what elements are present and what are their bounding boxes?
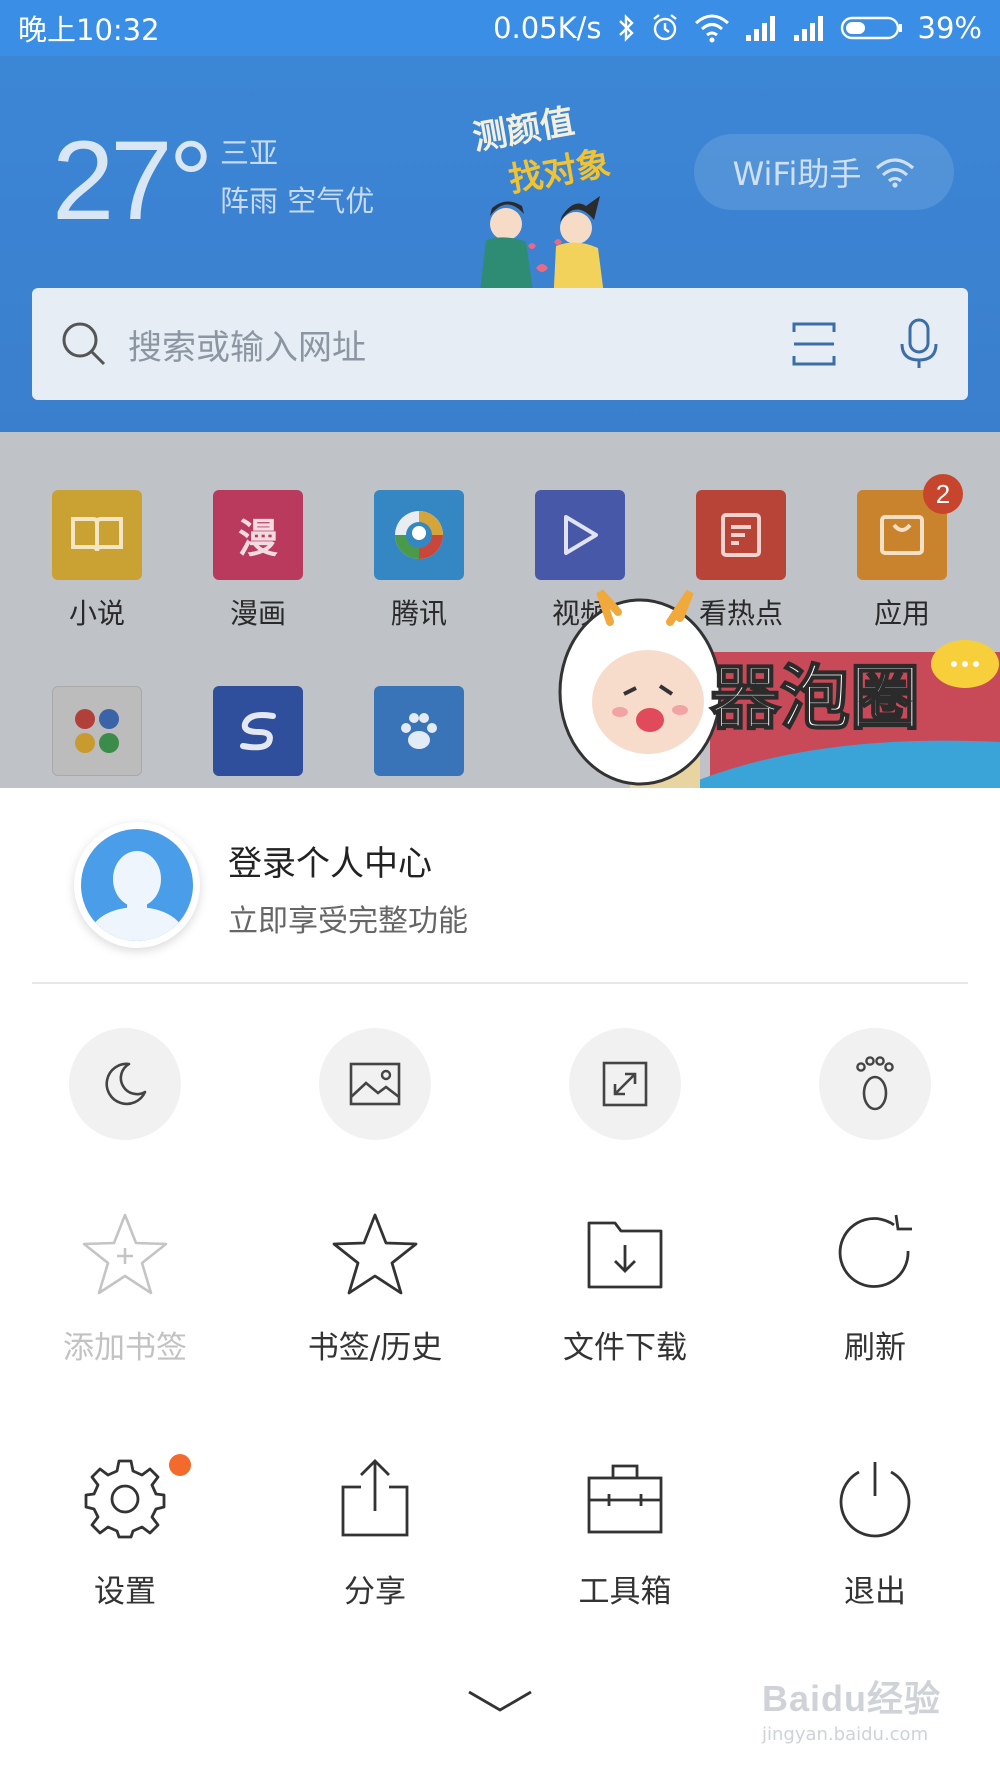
share-icon — [341, 1459, 409, 1537]
share-button[interactable]: 分享 — [275, 1450, 475, 1611]
toolbox-button[interactable]: 工具箱 — [525, 1450, 725, 1611]
shortcut-s-app[interactable] — [198, 686, 318, 776]
watermark-url: jingyan.baidu.com — [762, 1724, 929, 1745]
weather-condition[interactable]: 阵雨 空气优 — [220, 178, 374, 220]
search-input[interactable]: 搜索或输入网址 — [128, 320, 790, 369]
tencent-news-icon — [374, 490, 464, 580]
power-icon — [839, 1462, 911, 1538]
network-speed: 0.05K/s — [493, 11, 602, 45]
battery-icon — [840, 16, 902, 40]
fullscreen-icon — [602, 1061, 648, 1107]
mascot-text: 器泡圈 — [710, 657, 920, 739]
share-label: 分享 — [344, 1574, 406, 1610]
gear-icon — [84, 1459, 166, 1539]
book-icon — [52, 490, 142, 580]
bookmarks-history-label: 书签/历史 — [307, 1330, 443, 1366]
paw-icon — [374, 686, 464, 776]
search-icon — [62, 322, 106, 366]
add-bookmark-button[interactable]: 添加书签 — [25, 1206, 225, 1367]
star-add-icon — [82, 1213, 168, 1295]
s-logo-icon — [213, 686, 303, 776]
divider — [32, 982, 968, 984]
user-avatar-icon — [81, 829, 193, 941]
bookmarks-history-button[interactable]: 书签/历史 — [275, 1206, 475, 1367]
fullscreen-toggle[interactable] — [569, 1028, 681, 1140]
news-icon — [696, 490, 786, 580]
weather-city[interactable]: 三亚 — [220, 130, 278, 172]
browser-header: 27° 三亚 阵雨 空气优 测颜值 找对象 WiFi助手 搜索或输入网址 — [0, 56, 1000, 432]
wifi-assistant-button[interactable]: WiFi助手 — [694, 134, 954, 210]
night-mode-toggle[interactable] — [69, 1028, 181, 1140]
login-title[interactable]: 登录个人中心 — [228, 836, 432, 885]
settings-label: 设置 — [94, 1574, 156, 1610]
downloads-label: 文件下载 — [563, 1330, 687, 1366]
bluetooth-icon — [618, 14, 634, 42]
footprint-icon — [856, 1056, 894, 1111]
microphone-icon[interactable] — [898, 318, 940, 370]
login-subtitle: 立即享受完整功能 — [228, 904, 468, 939]
comic-glyph: 漫 — [238, 516, 278, 562]
status-bar: 晚上10:32 0.05K/s 39% — [0, 0, 1000, 56]
downloads-button[interactable]: 文件下载 — [525, 1206, 725, 1367]
shortcut-novel[interactable]: 小说 — [37, 490, 157, 632]
shortcut-mini-apps[interactable] — [37, 686, 157, 776]
shortcut-novel-label: 小说 — [68, 597, 125, 630]
no-image-toggle[interactable] — [319, 1028, 431, 1140]
scan-icon[interactable] — [790, 320, 838, 368]
wifi-icon — [876, 158, 915, 188]
weather-temperature[interactable]: 27° — [52, 116, 213, 245]
comic-icon: 漫 — [213, 490, 303, 580]
app-store-icon: 2 — [857, 474, 963, 580]
shortcut-tencent-label: 腾讯 — [390, 597, 447, 630]
menu-sheet: 登录个人中心 立即享受完整功能 添加书签 书签/历史 文件下载 刷新 设置 分享… — [0, 788, 1000, 1778]
watermark: Baidu经验 jingyan.baidu.com — [762, 1670, 972, 1760]
shortcut-tencent[interactable]: 腾讯 — [359, 490, 479, 632]
star-icon — [332, 1213, 418, 1295]
image-icon — [349, 1062, 401, 1106]
settings-notification-dot — [169, 1454, 191, 1476]
shortcut-comic-label: 漫画 — [229, 597, 286, 630]
refresh-button[interactable]: 刷新 — [775, 1206, 975, 1367]
watermark-brand: Baidu经验 — [762, 1678, 942, 1719]
toolbox-label: 工具箱 — [578, 1574, 672, 1610]
alarm-icon — [652, 14, 677, 41]
avatar[interactable] — [74, 822, 200, 948]
status-time: 晚上10:32 — [18, 13, 160, 47]
signal-icon — [745, 16, 775, 41]
collapse-menu-button[interactable] — [460, 1676, 540, 1726]
moon-icon — [105, 1062, 147, 1106]
exit-label: 退出 — [844, 1574, 906, 1610]
mini-apps-icon — [52, 686, 142, 776]
settings-button[interactable]: 设置 — [25, 1450, 225, 1611]
add-bookmark-label: 添加书签 — [63, 1330, 187, 1366]
chevron-down-icon — [468, 1690, 532, 1712]
mascot-banner[interactable]: 器泡圈 — [540, 582, 1000, 788]
signal-icon-2 — [793, 16, 823, 41]
shortcut-baidu[interactable] — [359, 686, 479, 776]
incognito-toggle[interactable] — [819, 1028, 931, 1140]
wifi-icon — [694, 14, 729, 43]
download-folder-icon — [587, 1221, 663, 1289]
shortcut-grid: 小说 漫 漫画 腾讯 视频 看热点 2 应用 器泡圈 — [0, 432, 1000, 788]
refresh-icon — [838, 1214, 912, 1288]
shortcut-comic[interactable]: 漫 漫画 — [198, 490, 318, 632]
wifi-assistant-label: WiFi助手 — [732, 155, 862, 193]
search-bar[interactable]: 搜索或输入网址 — [32, 288, 968, 400]
refresh-label: 刷新 — [844, 1330, 906, 1366]
exit-button[interactable]: 退出 — [775, 1450, 975, 1611]
play-icon — [535, 490, 625, 580]
toolbox-icon — [587, 1464, 663, 1534]
notification-badge: 2 — [923, 474, 963, 514]
battery-percent: 39% — [917, 11, 982, 45]
